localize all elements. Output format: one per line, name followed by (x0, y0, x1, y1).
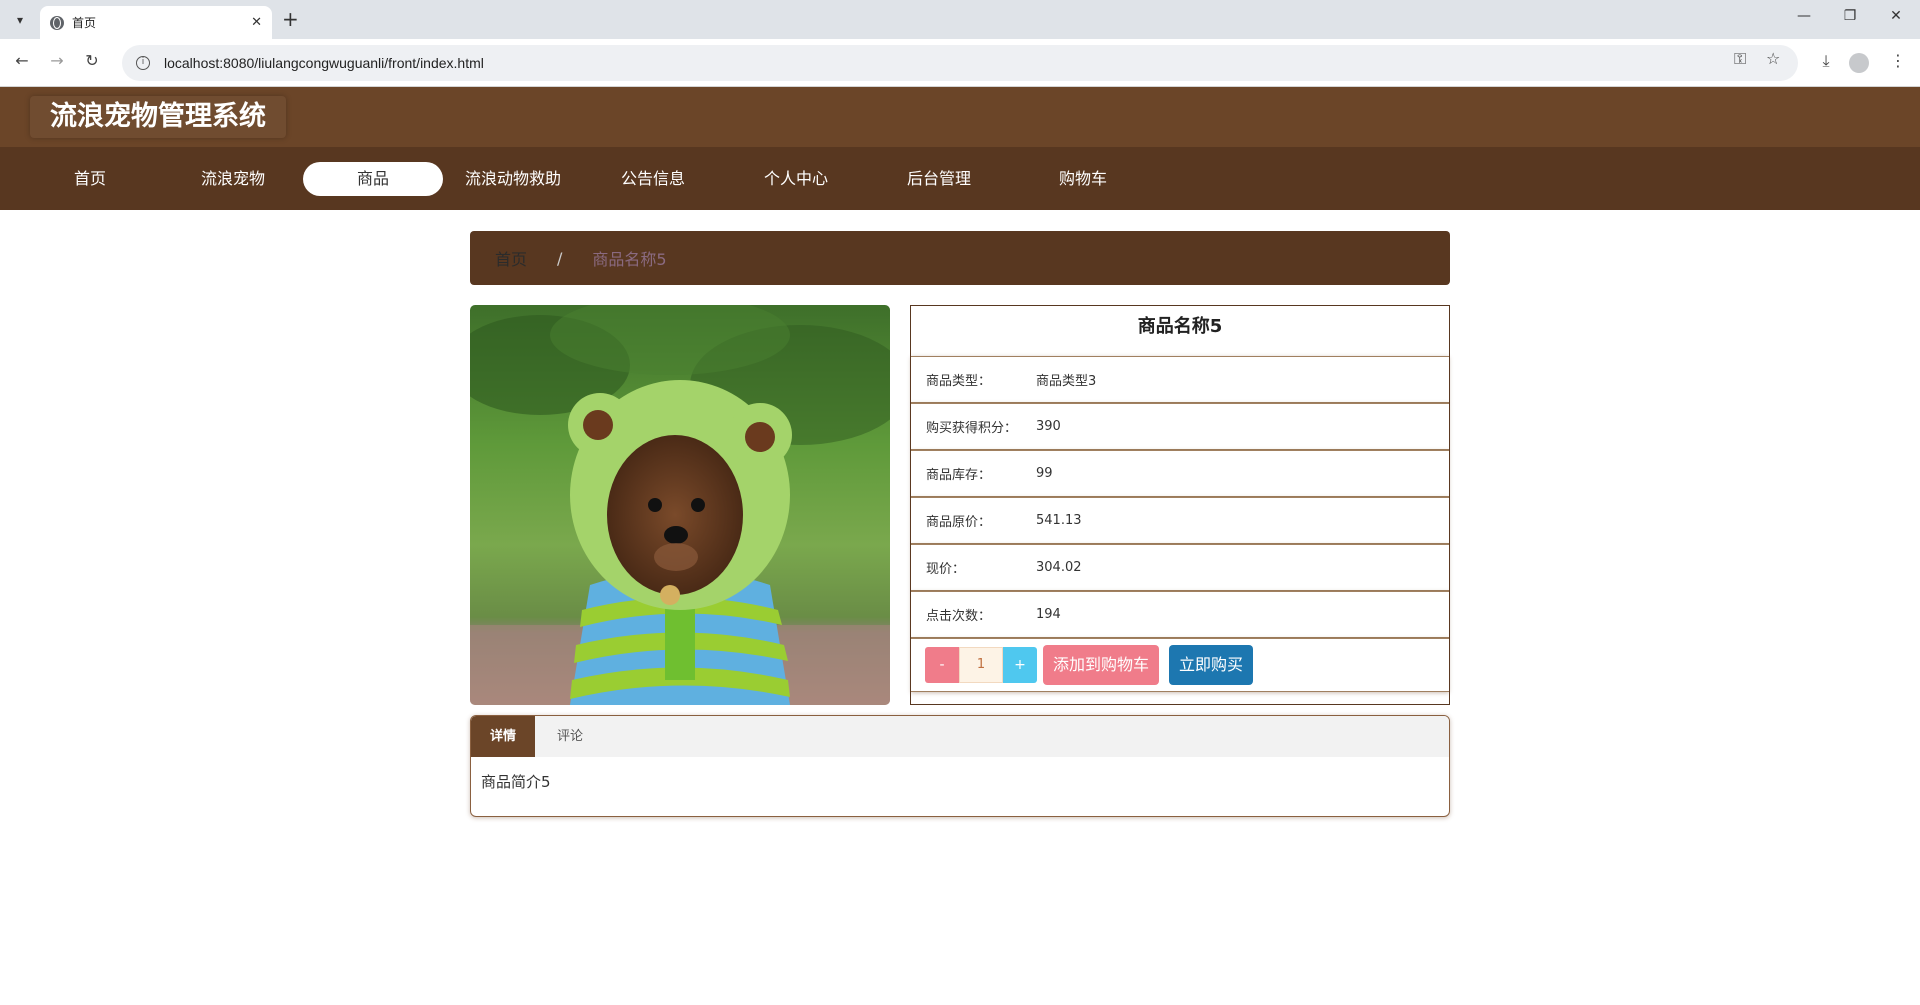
breadcrumb-current: 商品名称5 (592, 250, 667, 269)
nav-item-products[interactable]: 商品 (303, 162, 443, 196)
quantity-decrement-button[interactable]: - (925, 647, 959, 683)
info-row-points: 购买获得积分： 390 (911, 403, 1449, 450)
tab-detail[interactable]: 详情 (471, 716, 535, 757)
nav-item-stray-pets[interactable]: 流浪宠物 (163, 162, 303, 196)
site-header: 流浪宠物管理系统 (0, 87, 1920, 147)
site-title: 流浪宠物管理系统 (30, 96, 286, 138)
restore-icon[interactable]: ❐ (1838, 8, 1862, 24)
info-label: 购买获得积分： (926, 421, 1018, 436)
quantity-increment-button[interactable]: + (1003, 647, 1037, 683)
more-menu-icon[interactable]: ⋮ (1886, 51, 1910, 70)
close-window-icon[interactable]: ✕ (1884, 8, 1908, 24)
main-nav: 首页 流浪宠物 商品 流浪动物救助 公告信息 个人中心 后台管理 购物车 (0, 147, 1920, 210)
info-value: 99 (1036, 466, 1053, 481)
browser-toolbar: ← → ↻ i localhost:8080/liulangcongwuguan… (0, 39, 1920, 87)
forward-icon[interactable]: → (45, 51, 69, 70)
info-label: 商品原价： (926, 515, 992, 530)
nav-item-admin[interactable]: 后台管理 (869, 162, 1009, 196)
product-name: 商品名称5 (1137, 316, 1223, 337)
info-row-original-price: 商品原价： 541.13 (911, 497, 1449, 544)
info-label: 现价： (926, 562, 966, 577)
product-description: 商品简介5 (481, 773, 551, 791)
info-label: 商品库存： (926, 468, 992, 483)
info-value: 商品类型3 (1036, 374, 1097, 389)
buy-now-button[interactable]: 立即购买 (1169, 645, 1253, 685)
nav-item-announcements[interactable]: 公告信息 (583, 162, 723, 196)
back-icon[interactable]: ← (10, 51, 34, 70)
info-row-stock: 商品库存： 99 (911, 450, 1449, 497)
tab-comment[interactable]: 评论 (535, 716, 605, 757)
info-row-clicks: 点击次数： 194 (911, 591, 1449, 638)
info-value: 304.02 (1036, 560, 1082, 575)
info-value: 194 (1036, 607, 1061, 622)
bookmark-star-icon[interactable]: ☆ (1766, 49, 1780, 68)
browser-tab-bar: ▾ 首页 ✕ + — ❐ ✕ (0, 0, 1920, 39)
minimize-icon[interactable]: — (1792, 8, 1816, 24)
url-text: localhost:8080/liulangcongwuguanli/front… (164, 55, 484, 71)
info-row-type: 商品类型： 商品类型3 (911, 356, 1449, 403)
breadcrumb-home[interactable]: 首页 (495, 246, 527, 270)
product-image (470, 305, 890, 705)
breadcrumb: 首页 / 商品名称5 (470, 231, 1450, 285)
download-icon[interactable]: ⤓ (1814, 51, 1838, 71)
reload-icon[interactable]: ↻ (80, 51, 104, 70)
new-tab-icon[interactable]: + (282, 8, 299, 30)
site-info-icon[interactable]: i (136, 56, 150, 70)
quantity-input[interactable]: 1 (959, 647, 1003, 683)
nav-item-cart[interactable]: 购物车 (1013, 162, 1153, 196)
nav-item-rescue[interactable]: 流浪动物救助 (443, 162, 583, 196)
profile-avatar[interactable] (1849, 53, 1869, 73)
detail-tabs-panel: 详情 评论 商品简介5 (470, 715, 1450, 817)
nav-item-personal-center[interactable]: 个人中心 (726, 162, 866, 196)
info-value: 390 (1036, 419, 1061, 434)
browser-tab-title: 首页 (72, 16, 97, 30)
browser-tab[interactable]: 首页 ✕ (40, 6, 272, 39)
info-label: 商品类型： (926, 374, 992, 389)
close-tab-icon[interactable]: ✕ (251, 15, 262, 30)
globe-icon (50, 15, 64, 30)
info-value: 541.13 (1036, 513, 1082, 528)
breadcrumb-separator: / (557, 248, 563, 268)
info-row-current-price: 现价： 304.02 (911, 544, 1449, 591)
nav-item-home[interactable]: 首页 (20, 162, 160, 196)
add-to-cart-button[interactable]: 添加到购物车 (1043, 645, 1159, 685)
address-bar[interactable]: i localhost:8080/liulangcongwuguanli/fro… (122, 45, 1798, 81)
info-label: 点击次数： (926, 609, 992, 624)
purchase-actions: - 1 + 添加到购物车 立即购买 (911, 638, 1449, 692)
tabs-header: 详情 评论 (471, 716, 1449, 757)
product-info-panel: 商品名称5 商品类型： 商品类型3 购买获得积分： 390 商品库存： 99 商… (910, 305, 1450, 705)
password-key-icon[interactable]: ⚿ (1734, 49, 1746, 69)
tab-search-chevron-icon[interactable]: ▾ (8, 8, 32, 32)
